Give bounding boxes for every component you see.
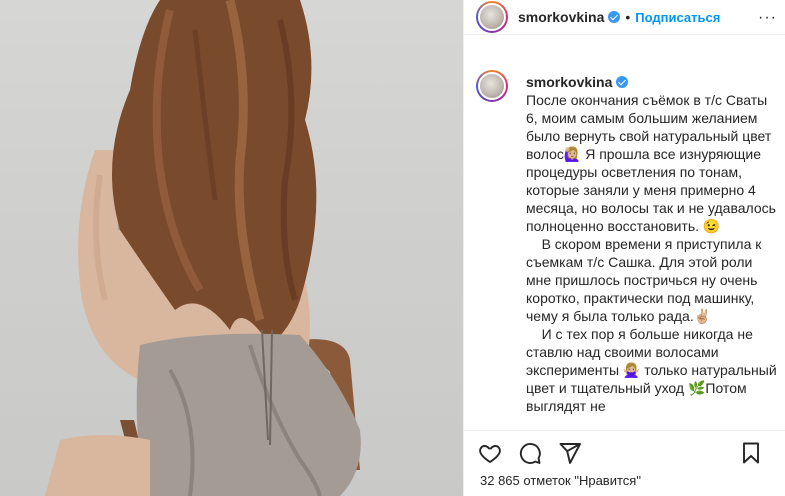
more-options-icon[interactable]: ··· — [758, 10, 777, 26]
share-icon[interactable] — [558, 441, 582, 465]
heart-icon[interactable] — [478, 441, 502, 465]
action-bar — [464, 430, 785, 474]
verified-badge-icon — [608, 11, 621, 23]
header-avatar[interactable] — [476, 1, 508, 33]
caption-username[interactable]: smorkovkina — [526, 74, 612, 90]
header-username[interactable]: smorkovkina — [518, 9, 604, 25]
caption-verified-badge-icon — [616, 76, 629, 88]
post-header: smorkovkina • Подписаться ··· — [464, 0, 785, 35]
likes-count[interactable]: 32 865 отметок "Нравится" — [480, 473, 641, 488]
post-sidebar: smorkovkina • Подписаться ··· smorkovkin… — [463, 0, 785, 496]
caption-area: smorkovkina После окончания съёмок в т/с… — [464, 60, 785, 430]
follow-button[interactable]: Подписаться — [635, 10, 720, 25]
comment-icon[interactable] — [518, 441, 542, 465]
caption-avatar[interactable] — [476, 70, 508, 102]
header-separator: • — [625, 9, 631, 25]
bookmark-icon[interactable] — [739, 441, 763, 465]
caption-text: После окончания съёмок в т/с Сваты 6, мо… — [526, 92, 777, 414]
photo-illustration — [45, 0, 361, 496]
caption: smorkovkina После окончания съёмок в т/с… — [526, 73, 781, 415]
post-photo[interactable] — [0, 0, 463, 496]
